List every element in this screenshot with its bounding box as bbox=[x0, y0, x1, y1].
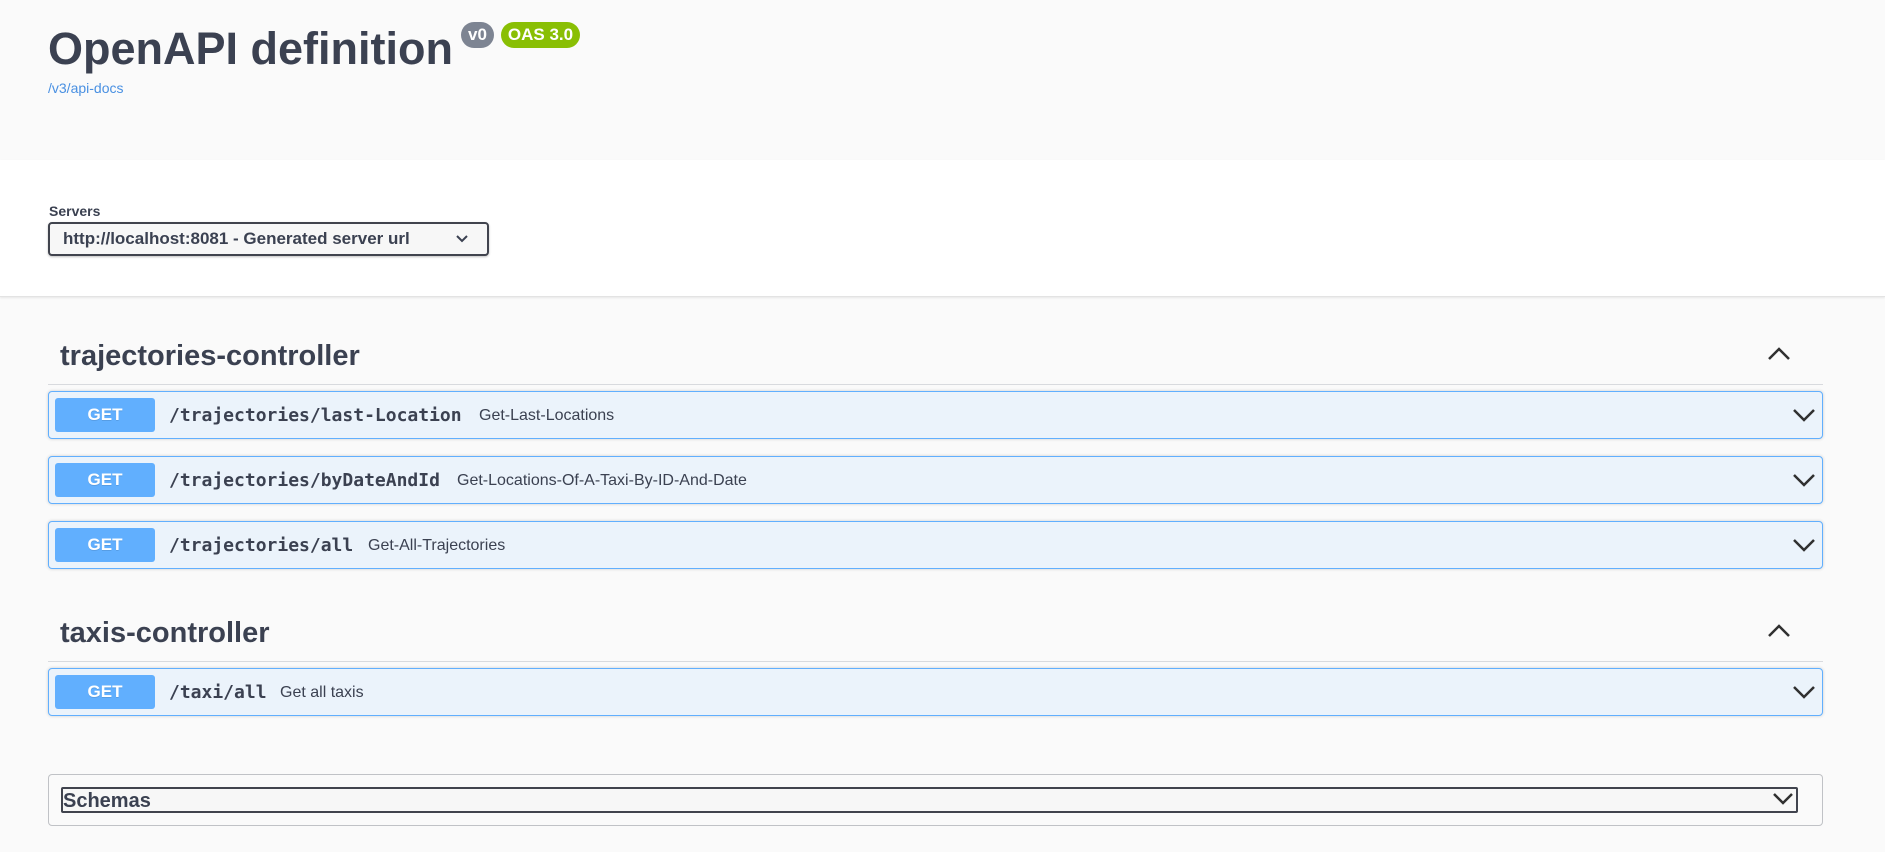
chevron-down-icon bbox=[456, 235, 468, 243]
chevron-down-icon[interactable] bbox=[1792, 406, 1816, 424]
operation-summary: Get all taxis bbox=[280, 684, 364, 701]
operation-path: /trajectories/byDateAndId bbox=[169, 470, 440, 491]
version-badge: v0 bbox=[460, 22, 494, 48]
operation-summary: Get-All-Trajectories bbox=[368, 537, 506, 554]
method-badge: GET bbox=[55, 528, 155, 562]
chevron-up-icon[interactable] bbox=[1765, 344, 1793, 364]
api-docs-link[interactable]: /v3/api-docs bbox=[48, 80, 123, 96]
chevron-up-icon[interactable] bbox=[1765, 621, 1793, 641]
server-select-value: http://localhost:8081 - Generated server… bbox=[63, 229, 410, 248]
operation-get-by-date-and-id[interactable]: GET /trajectories/byDateAndId Get-Locati… bbox=[48, 456, 1823, 504]
chevron-down-icon bbox=[1773, 793, 1793, 805]
operation-get-all-taxis[interactable]: GET /taxi/all Get all taxis bbox=[48, 668, 1823, 716]
server-select[interactable]: http://localhost:8081 - Generated server… bbox=[48, 222, 489, 256]
operation-get-last-location[interactable]: GET /trajectories/last-Location Get-Last… bbox=[48, 391, 1823, 439]
operation-path: /trajectories/last-Location bbox=[169, 405, 462, 426]
method-badge: GET bbox=[55, 463, 155, 497]
chevron-down-icon[interactable] bbox=[1792, 683, 1816, 701]
tag-title: taxis-controller bbox=[60, 617, 270, 649]
method-badge: GET bbox=[55, 398, 155, 432]
info-header: OpenAPI definition v0 OAS 3.0 /v3/api-do… bbox=[0, 0, 1885, 160]
operation-get-all-trajectories[interactable]: GET /trajectories/all Get-All-Trajectori… bbox=[48, 521, 1823, 569]
schemas-toggle-button[interactable]: Schemas bbox=[61, 787, 1798, 813]
chevron-down-icon[interactable] bbox=[1792, 471, 1816, 489]
operation-summary: Get-Last-Locations bbox=[479, 407, 615, 424]
tag-title: trajectories-controller bbox=[60, 340, 360, 372]
operation-path: /taxi/all bbox=[169, 682, 267, 703]
operation-summary: Get-Locations-Of-A-Taxi-By-ID-And-Date bbox=[457, 472, 747, 489]
chevron-down-icon[interactable] bbox=[1792, 536, 1816, 554]
title-row: OpenAPI definition v0 OAS 3.0 bbox=[48, 18, 581, 80]
servers-section: Servers http://localhost:8081 - Generate… bbox=[0, 160, 1885, 297]
schemas-section: Schemas bbox=[48, 774, 1823, 826]
operation-path: /trajectories/all bbox=[169, 535, 354, 556]
servers-label: Servers bbox=[49, 203, 101, 219]
page-title: OpenAPI definition bbox=[48, 23, 453, 74]
tag-section-taxis: taxis-controller GET /taxi/all Get all t… bbox=[48, 607, 1823, 733]
tag-header-trajectories[interactable]: trajectories-controller bbox=[48, 330, 1823, 385]
tag-section-trajectories: trajectories-controller GET /trajectorie… bbox=[48, 330, 1823, 586]
method-badge: GET bbox=[55, 675, 155, 709]
oas-badge: OAS 3.0 bbox=[500, 22, 581, 48]
schemas-label: Schemas bbox=[63, 790, 151, 812]
tag-header-taxis[interactable]: taxis-controller bbox=[48, 607, 1823, 662]
